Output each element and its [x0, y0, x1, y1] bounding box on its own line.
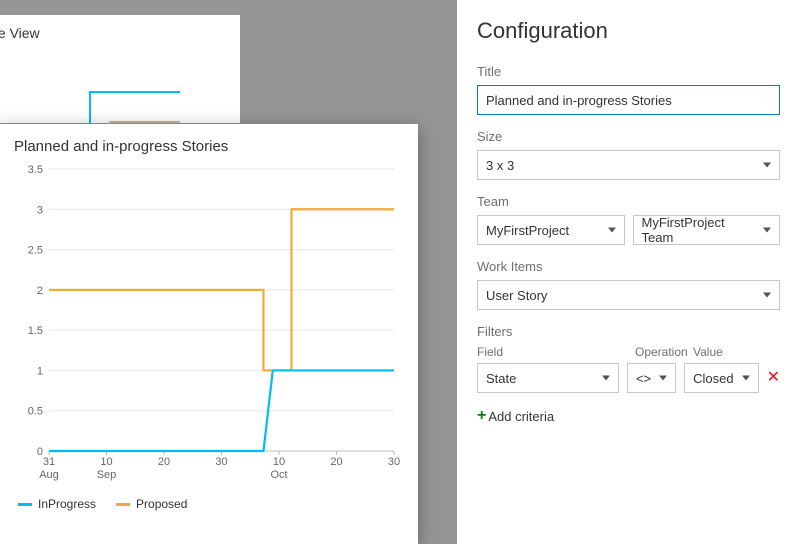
filter-row: State <> Closed ✕: [477, 363, 780, 393]
svg-text:3: 3: [37, 204, 43, 216]
workitems-label: Work Items: [477, 259, 780, 274]
filter-op-select[interactable]: <>: [627, 363, 676, 393]
add-criteria-button[interactable]: + Add criteria: [477, 407, 554, 425]
svg-text:Aug: Aug: [39, 469, 59, 481]
svg-text:3.5: 3.5: [28, 164, 43, 176]
remove-filter-button[interactable]: ✕: [767, 363, 780, 393]
plus-icon: +: [477, 407, 486, 425]
filter-field-select[interactable]: State: [477, 363, 619, 393]
legend-swatch-inprogress: [18, 503, 32, 506]
svg-text:10: 10: [273, 456, 285, 468]
svg-text:Oct: Oct: [270, 469, 287, 481]
workitems-value: User Story: [486, 288, 547, 303]
background-widget: w Profile View: [0, 15, 240, 123]
team-label: Team: [477, 194, 780, 209]
team-team-value: MyFirstProject Team: [642, 215, 756, 245]
team-team-select[interactable]: MyFirstProject Team: [633, 215, 781, 245]
filter-value-select[interactable]: Closed: [684, 363, 758, 393]
svg-text:10: 10: [100, 456, 112, 468]
svg-text:1.5: 1.5: [28, 325, 43, 337]
svg-text:0.5: 0.5: [28, 406, 43, 418]
chart-area: 00.511.522.533.531Aug10Sep203010Oct2030: [14, 161, 404, 491]
legend-label-inprogress: InProgress: [38, 497, 96, 511]
filters-col-value: Value: [693, 345, 780, 359]
svg-text:31: 31: [43, 456, 55, 468]
svg-text:20: 20: [158, 456, 170, 468]
legend-item-proposed: Proposed: [116, 497, 187, 511]
legend-swatch-proposed: [116, 503, 130, 506]
workitems-select[interactable]: User Story: [477, 280, 780, 310]
filters-col-op: Operation: [635, 345, 685, 359]
size-select[interactable]: 3 x 3: [477, 150, 780, 180]
filter-value-value: Closed: [693, 371, 733, 386]
add-criteria-label: Add criteria: [488, 409, 554, 424]
filter-field-value: State: [486, 371, 516, 386]
filters-col-field: Field: [477, 345, 627, 359]
team-project-value: MyFirstProject: [486, 223, 569, 238]
legend-item-inprogress: InProgress: [18, 497, 96, 511]
svg-text:2.5: 2.5: [28, 245, 43, 257]
team-project-select[interactable]: MyFirstProject: [477, 215, 625, 245]
size-select-value: 3 x 3: [486, 158, 514, 173]
size-label: Size: [477, 129, 780, 144]
chart-preview-card: Planned and in-progress Stories 00.511.5…: [0, 124, 418, 544]
svg-text:30: 30: [215, 456, 227, 468]
filters-label: Filters: [477, 324, 780, 339]
chart-legend: InProgress Proposed: [14, 491, 404, 517]
chart-title: Planned and in-progress Stories: [14, 138, 404, 155]
filters-header: Field Operation Value: [477, 345, 780, 359]
svg-text:1: 1: [37, 365, 43, 377]
filter-op-value: <>: [636, 371, 651, 386]
svg-text:Sep: Sep: [97, 469, 117, 481]
bg-widget-title: w Profile View: [0, 25, 40, 41]
config-panel: Configuration Title Size 3 x 3 Team MyFi…: [457, 0, 800, 544]
title-label: Title: [477, 64, 780, 79]
panel-heading: Configuration: [477, 18, 780, 44]
svg-text:20: 20: [330, 456, 342, 468]
svg-text:2: 2: [37, 285, 43, 297]
svg-text:30: 30: [388, 456, 400, 468]
title-input[interactable]: [477, 85, 780, 115]
legend-label-proposed: Proposed: [136, 497, 187, 511]
